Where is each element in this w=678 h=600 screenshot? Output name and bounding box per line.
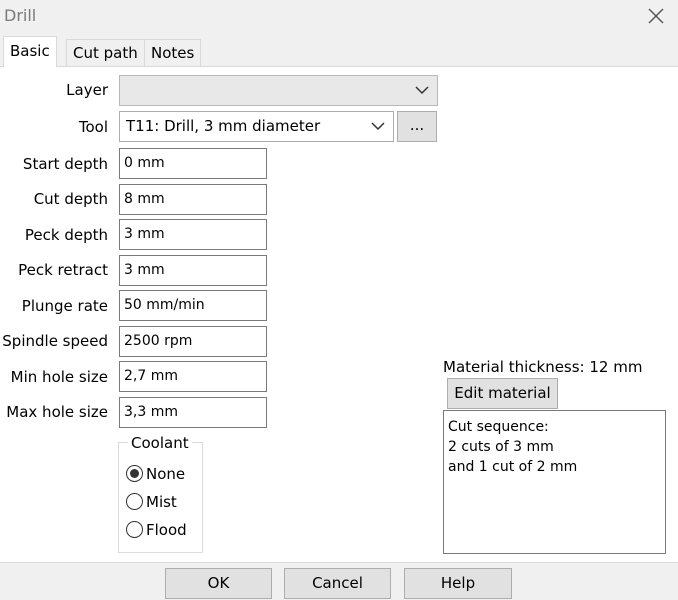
peck-depth-label: Peck depth (24, 226, 108, 244)
tool-label: Tool (78, 118, 108, 136)
start-depth-label: Start depth (22, 155, 108, 173)
start-depth-field[interactable]: 0 mm (119, 148, 267, 179)
plunge-rate-field[interactable]: 50 mm/min (119, 290, 267, 321)
cut-sequence-box: Cut sequence: 2 cuts of 3 mm and 1 cut o… (443, 410, 666, 554)
help-button[interactable]: Help (404, 568, 512, 599)
window-title: Drill (4, 6, 37, 25)
layer-label: Layer (66, 81, 108, 99)
tool-browse-button[interactable]: ... (397, 111, 437, 142)
tab-cut-path[interactable]: Cut path (66, 39, 145, 66)
cut-sequence-line: 2 cuts of 3 mm (448, 439, 554, 455)
radio-icon (126, 521, 143, 538)
coolant-mist-label: Mist (146, 493, 177, 511)
spindle-speed-field[interactable]: 2500 rpm (119, 326, 267, 357)
coolant-flood-radio[interactable]: Flood (126, 521, 187, 541)
cut-depth-label: Cut depth (33, 190, 108, 208)
plunge-rate-label: Plunge rate (21, 297, 108, 315)
tab-basic[interactable]: Basic (3, 36, 57, 67)
material-thickness-text: Material thickness: 12 mm (443, 358, 643, 376)
peck-retract-field[interactable]: 3 mm (119, 255, 267, 286)
max-hole-size-field[interactable]: 3,3 mm (119, 397, 267, 428)
coolant-none-label: None (146, 465, 186, 483)
coolant-flood-label: Flood (146, 521, 187, 539)
tool-value: T11: Drill, 3 mm diameter (126, 117, 321, 135)
min-hole-size-label: Min hole size (10, 368, 108, 386)
layer-select[interactable] (119, 75, 438, 106)
coolant-mist-radio[interactable]: Mist (126, 493, 177, 513)
tab-notes[interactable]: Notes (144, 39, 202, 66)
coolant-none-radio[interactable]: None (126, 465, 185, 485)
max-hole-size-label: Max hole size (6, 403, 108, 421)
edit-material-button[interactable]: Edit material (447, 378, 558, 409)
chevron-down-icon (371, 122, 385, 131)
coolant-label: Coolant (128, 434, 192, 452)
cancel-button[interactable]: Cancel (284, 568, 391, 599)
radio-selected-icon (126, 465, 143, 482)
radio-icon (126, 493, 143, 510)
peck-depth-field[interactable]: 3 mm (119, 219, 267, 250)
spindle-speed-label: Spindle speed (2, 332, 108, 350)
ok-button[interactable]: OK (165, 568, 272, 599)
chevron-down-icon (415, 86, 429, 95)
min-hole-size-field[interactable]: 2,7 mm (119, 361, 267, 392)
cut-depth-field[interactable]: 8 mm (119, 184, 267, 215)
cut-sequence-line: Cut sequence: (448, 419, 549, 435)
cut-sequence-line: and 1 cut of 2 mm (448, 459, 578, 475)
close-icon[interactable] (646, 6, 666, 26)
tool-select[interactable]: T11: Drill, 3 mm diameter (119, 111, 394, 142)
peck-retract-label: Peck retract (18, 261, 108, 279)
